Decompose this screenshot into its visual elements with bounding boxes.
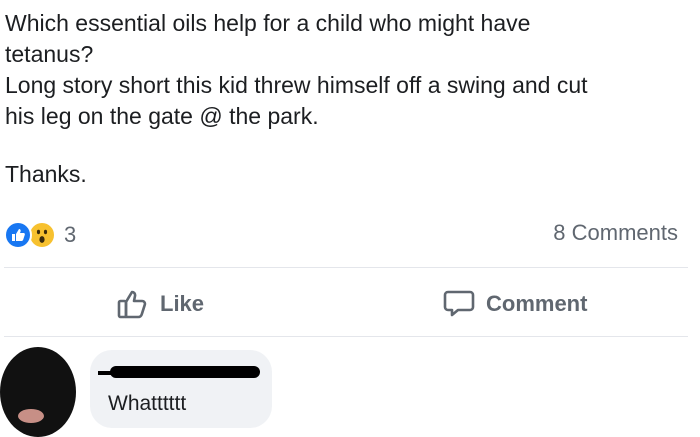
reactions-summary[interactable]: 3 [4, 220, 76, 250]
comments-count-link[interactable]: 8 Comments [553, 220, 678, 246]
divider [4, 336, 688, 337]
divider [4, 267, 688, 268]
thumbs-up-icon [116, 287, 150, 321]
comment-label: Comment [486, 291, 588, 316]
redacted-commenter-name [110, 366, 260, 378]
reaction-count: 3 [64, 222, 77, 247]
avatar-skin-patch [18, 409, 44, 423]
comment-button[interactable]: Comment [442, 286, 587, 322]
like-button[interactable]: Like [116, 286, 204, 322]
post-text: Which essential oils help for a child wh… [5, 8, 695, 190]
post-line: tetanus? [5, 41, 94, 67]
like-label: Like [160, 291, 205, 316]
comment-bubble[interactable]: Whatttttt [90, 350, 272, 428]
comment-bubble-icon [442, 287, 476, 321]
avatar[interactable] [0, 347, 76, 437]
post-line: Thanks. [5, 161, 87, 187]
post-line: his leg on the gate @ the park. [5, 103, 319, 129]
post-line: Which essential oils help for a child wh… [5, 10, 531, 36]
post-line: Long story short this kid threw himself … [5, 72, 588, 98]
comment-text: Whatttttt [108, 392, 187, 415]
wow-icon [28, 221, 56, 249]
like-icon [4, 221, 32, 249]
